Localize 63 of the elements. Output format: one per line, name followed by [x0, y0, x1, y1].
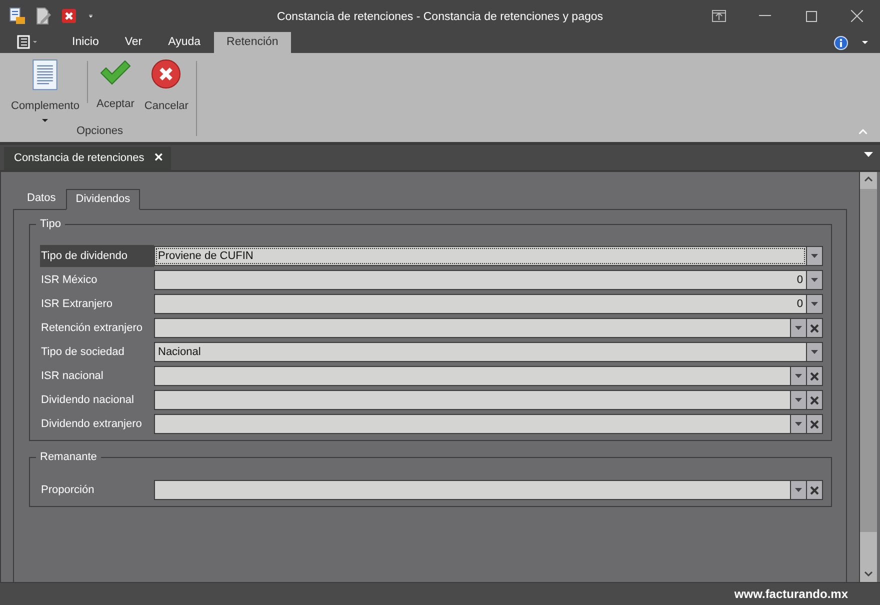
ribbon-tab[interactable]: Ver — [112, 32, 156, 53]
dropdown-icon[interactable] — [864, 152, 873, 158]
dropdown-button[interactable] — [806, 295, 822, 313]
field-label: Dividendo extranjero — [40, 417, 143, 432]
scrollbar[interactable] — [860, 172, 877, 582]
dropdown-button[interactable] — [790, 319, 806, 337]
close-icon[interactable] — [60, 7, 78, 25]
clear-icon — [810, 372, 819, 380]
field-label: Retención extranjero — [40, 321, 144, 336]
document-icon — [32, 59, 58, 91]
ribbon-tab[interactable]: Inicio — [59, 32, 112, 53]
dropdown-button[interactable] — [806, 343, 822, 361]
ribbon-tab[interactable]: Retención — [214, 32, 292, 53]
field-label: ISR Extranjero — [40, 297, 114, 312]
dropdown-button[interactable] — [806, 271, 822, 289]
clear-icon — [810, 396, 819, 404]
document-tab[interactable]: Constancia de retenciones × — [4, 147, 172, 170]
close-icon[interactable]: × — [154, 147, 164, 170]
field-label: ISR nacional — [40, 369, 104, 384]
field-label: Proporción — [40, 483, 96, 498]
clear-button[interactable] — [806, 391, 822, 409]
clear-button[interactable] — [806, 415, 822, 433]
app-menu-icon[interactable] — [17, 35, 39, 49]
caret-icon — [795, 326, 802, 330]
cancel-icon — [151, 59, 182, 89]
group-title: Tipo — [36, 217, 65, 231]
ribbon-tab[interactable]: Ayuda — [155, 32, 214, 53]
clear-icon — [810, 324, 819, 332]
edit-icon[interactable] — [34, 7, 52, 25]
field-label: Dividendo nacional — [40, 393, 135, 408]
tab[interactable]: Dividendos — [66, 189, 140, 210]
field-label: Tipo de dividendo — [40, 245, 154, 267]
clear-icon — [810, 486, 819, 494]
dropdown-button[interactable] — [790, 481, 806, 499]
caret-icon — [811, 254, 818, 258]
ribbon-button[interactable]: Cancelar — [139, 53, 194, 123]
field-label: Tipo de sociedad — [40, 345, 126, 360]
caret-icon — [795, 398, 802, 402]
dropdown-button[interactable] — [790, 391, 806, 409]
field-label: ISR México — [40, 273, 98, 288]
window-title: Constancia de retenciones - Constancia de retenciones y pagos — [276, 10, 604, 25]
tab[interactable]: Datos — [17, 188, 66, 209]
dropdown-button[interactable] — [806, 247, 822, 265]
caret-icon — [811, 278, 818, 282]
dropdown-icon[interactable] — [862, 40, 868, 44]
checkmark-icon — [99, 59, 132, 87]
clear-button[interactable] — [806, 367, 822, 385]
dropdown-button[interactable] — [790, 415, 806, 433]
caret-icon — [795, 374, 802, 378]
group-label: Opciones — [76, 125, 123, 137]
dropdown-button[interactable] — [790, 367, 806, 385]
clear-icon — [810, 420, 819, 428]
clear-button[interactable] — [806, 481, 822, 499]
info-icon[interactable] — [834, 36, 848, 50]
caret-icon — [795, 422, 802, 426]
ribbon-button[interactable]: Aceptar — [91, 53, 140, 123]
clear-button[interactable] — [806, 319, 822, 337]
document-icon[interactable] — [8, 7, 26, 25]
website-text: www.facturando.mx — [734, 586, 848, 603]
caret-icon — [811, 302, 818, 306]
caret-icon — [795, 488, 802, 492]
caret-icon — [811, 350, 818, 354]
ribbon-button[interactable]: Complemento — [6, 53, 84, 123]
